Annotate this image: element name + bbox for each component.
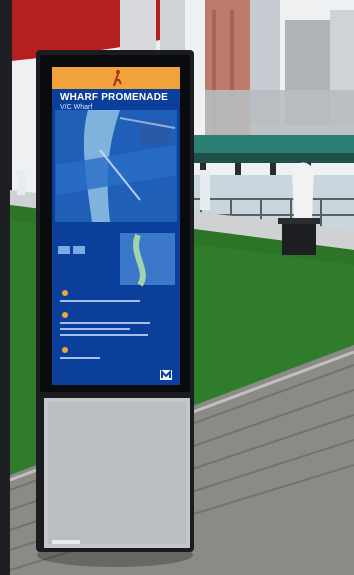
info-line	[60, 334, 148, 336]
mini-map	[120, 233, 175, 285]
info-bullet	[62, 290, 68, 296]
info-bullet	[62, 312, 68, 318]
info-line	[60, 322, 150, 324]
logo-icon	[160, 369, 172, 380]
mini-button	[58, 246, 70, 254]
info-line	[60, 328, 130, 330]
scene-svg	[0, 0, 354, 575]
photo-scene: WHARF PROMENADE V/C Wharf	[0, 0, 354, 575]
kiosk-subtitle: V/C Wharf	[60, 104, 93, 111]
info-line	[60, 357, 100, 359]
kiosk-lower-panel-inner	[48, 402, 186, 544]
mini-button	[73, 246, 85, 254]
kiosk-title: WHARF PROMENADE	[60, 92, 168, 103]
post	[200, 170, 210, 210]
kiosk-plate	[52, 540, 80, 544]
info-bullet	[62, 347, 68, 353]
info-line	[60, 300, 140, 302]
post	[17, 170, 25, 195]
kiosk	[36, 50, 194, 552]
